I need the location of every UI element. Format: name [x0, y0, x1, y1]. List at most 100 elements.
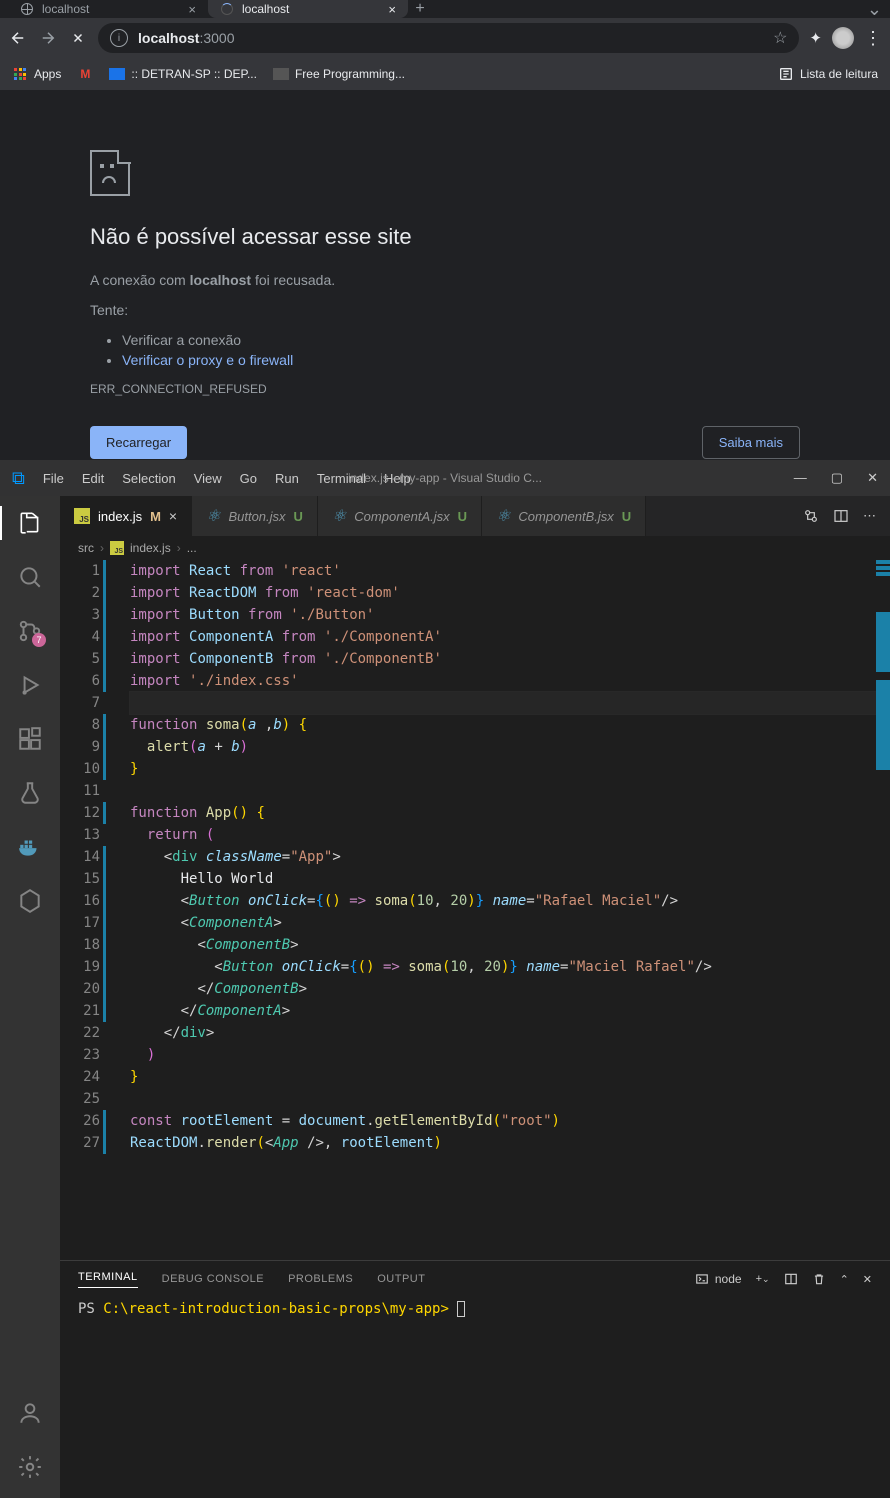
vscode-titlebar: ⧉ File Edit Selection View Go Run Termin… [0, 460, 890, 496]
tab-debug-console[interactable]: DEBUG CONSOLE [162, 1273, 264, 1285]
learn-more-button[interactable]: Saiba mais [702, 426, 800, 459]
run-debug-icon[interactable] [17, 672, 43, 698]
menu-file[interactable]: File [43, 471, 64, 486]
activity-bar: 7 [0, 496, 60, 1498]
extensions-icon[interactable] [17, 726, 43, 752]
tab-chevron-icon[interactable]: ⌄ [867, 0, 882, 20]
bookmark-detran[interactable]: :: DETRAN-SP :: DEP... [109, 67, 257, 81]
menu-run[interactable]: Run [275, 471, 299, 486]
maximize-panel-icon[interactable]: ⌃ [840, 1273, 849, 1286]
suggestion-2: Verificar o proxy e o firewall [122, 352, 800, 368]
terminal-prompt: C:\react-introduction-basic-props\my-app… [103, 1301, 449, 1317]
terminal-body[interactable]: PS C:\react-introduction-basic-props\my-… [60, 1297, 890, 1321]
close-tab-icon[interactable]: × [188, 2, 196, 17]
sad-file-icon [90, 150, 130, 196]
close-window-button[interactable]: ✕ [867, 470, 878, 486]
error-message: A conexão com localhost foi recusada. [90, 272, 800, 288]
compare-icon[interactable] [803, 508, 819, 524]
browser-tab-2[interactable]: localhost × [208, 0, 408, 18]
menu-edit[interactable]: Edit [82, 471, 104, 486]
bookmarks-bar: Apps M :: DETRAN-SP :: DEP... Free Progr… [0, 58, 890, 90]
testing-icon[interactable] [17, 780, 43, 806]
browser-toolbar: i localhost:3000 ☆ ✦ ⋮ [0, 18, 890, 58]
loading-spinner-icon [220, 2, 234, 16]
react-file-icon: ⚛ [206, 506, 220, 526]
tab-output[interactable]: OUTPUT [377, 1273, 425, 1285]
bookmark-gmail[interactable]: M [77, 66, 93, 82]
error-page: Não é possível acessar esse site A conex… [0, 90, 890, 460]
overview-ruler[interactable] [876, 560, 890, 1260]
error-suggestions: Verificar a conexão Verificar o proxy e … [90, 332, 800, 368]
address-bar[interactable]: i localhost:3000 ☆ [98, 23, 799, 53]
tab-title: localhost [42, 2, 89, 16]
apps-grid-icon [12, 66, 28, 82]
detran-icon [109, 68, 125, 80]
site-info-icon[interactable]: i [110, 29, 128, 47]
terminal-shell-label[interactable]: node [695, 1272, 742, 1286]
error-try: Tente: [90, 302, 800, 318]
close-tab-icon[interactable]: × [169, 508, 177, 524]
terminal-panel: TERMINAL DEBUG CONSOLE PROBLEMS OUTPUT n… [60, 1260, 890, 1498]
editor-area: JS index.js M × ⚛ Button.jsx U ⚛ Compone… [60, 496, 890, 1498]
line-gutter: 1234567891011121314151617181920212223242… [60, 560, 116, 1260]
account-icon[interactable] [17, 1400, 43, 1426]
editor-actions: ⋯ [789, 496, 890, 536]
proxy-firewall-link[interactable]: Verificar o proxy e o firewall [122, 352, 293, 368]
extensions-icon[interactable]: ✦ [809, 29, 822, 47]
chrome-menu-icon[interactable]: ⋮ [864, 29, 882, 47]
menu-view[interactable]: View [194, 471, 222, 486]
search-icon[interactable] [17, 564, 43, 590]
error-title: Não é possível acessar esse site [90, 224, 800, 250]
profile-avatar[interactable] [832, 27, 854, 49]
vscode-logo-icon: ⧉ [12, 468, 25, 489]
bookmark-apps[interactable]: Apps [12, 66, 61, 82]
forward-button[interactable] [38, 28, 58, 48]
tab-button-jsx[interactable]: ⚛ Button.jsx U [192, 496, 318, 536]
close-tab-icon[interactable]: × [388, 2, 396, 17]
code-content[interactable]: import React from 'react' import ReactDO… [116, 560, 890, 1260]
ebook-icon [273, 68, 289, 80]
gmail-icon: M [77, 66, 93, 82]
browser-chrome: localhost × localhost × + ⌄ i localhost:… [0, 0, 890, 460]
docker-icon[interactable] [17, 834, 43, 860]
settings-gear-icon[interactable] [17, 1454, 43, 1480]
menu-selection[interactable]: Selection [122, 471, 175, 486]
tab-title: localhost [242, 2, 289, 16]
kill-terminal-icon[interactable] [812, 1272, 826, 1286]
bookmark-freeprog[interactable]: Free Programming... [273, 67, 405, 81]
new-terminal-icon[interactable]: +⌄ [756, 1273, 770, 1285]
split-editor-icon[interactable] [833, 508, 849, 524]
code-editor[interactable]: 1234567891011121314151617181920212223242… [60, 560, 890, 1260]
stop-button[interactable] [68, 28, 88, 48]
breadcrumb[interactable]: src › JS index.js › ... [60, 536, 890, 560]
browser-tabs: localhost × localhost × + ⌄ [0, 0, 890, 18]
tab-terminal[interactable]: TERMINAL [78, 1271, 138, 1288]
hexagon-icon[interactable] [17, 888, 43, 914]
close-panel-icon[interactable]: ✕ [863, 1273, 872, 1286]
reading-list-icon [778, 66, 794, 82]
maximize-button[interactable]: ▢ [831, 470, 843, 486]
react-file-icon: ⚛ [496, 506, 510, 526]
reading-list[interactable]: Lista de leitura [778, 66, 878, 82]
url-text: localhost:3000 [138, 30, 235, 46]
bookmark-star-icon[interactable]: ☆ [773, 28, 787, 48]
react-file-icon: ⚛ [332, 506, 346, 526]
split-terminal-icon[interactable] [784, 1272, 798, 1286]
source-control-icon[interactable]: 7 [17, 618, 43, 644]
tab-componenta-jsx[interactable]: ⚛ ComponentA.jsx U [318, 496, 482, 536]
reload-button[interactable]: Recarregar [90, 426, 187, 459]
suggestion-1: Verificar a conexão [122, 332, 800, 348]
minimize-button[interactable]: — [794, 470, 807, 486]
terminal-tabs: TERMINAL DEBUG CONSOLE PROBLEMS OUTPUT n… [60, 1261, 890, 1297]
tab-index-js[interactable]: JS index.js M × [60, 496, 192, 536]
explorer-icon[interactable] [17, 510, 43, 536]
globe-icon [20, 2, 34, 16]
browser-tab-1[interactable]: localhost × [8, 0, 208, 18]
new-tab-button[interactable]: + [408, 0, 432, 18]
tab-componentb-jsx[interactable]: ⚛ ComponentB.jsx U [482, 496, 646, 536]
menu-go[interactable]: Go [240, 471, 257, 486]
more-actions-icon[interactable]: ⋯ [863, 508, 876, 524]
back-button[interactable] [8, 28, 28, 48]
vscode-window: ⧉ File Edit Selection View Go Run Termin… [0, 460, 890, 1498]
tab-problems[interactable]: PROBLEMS [288, 1273, 353, 1285]
